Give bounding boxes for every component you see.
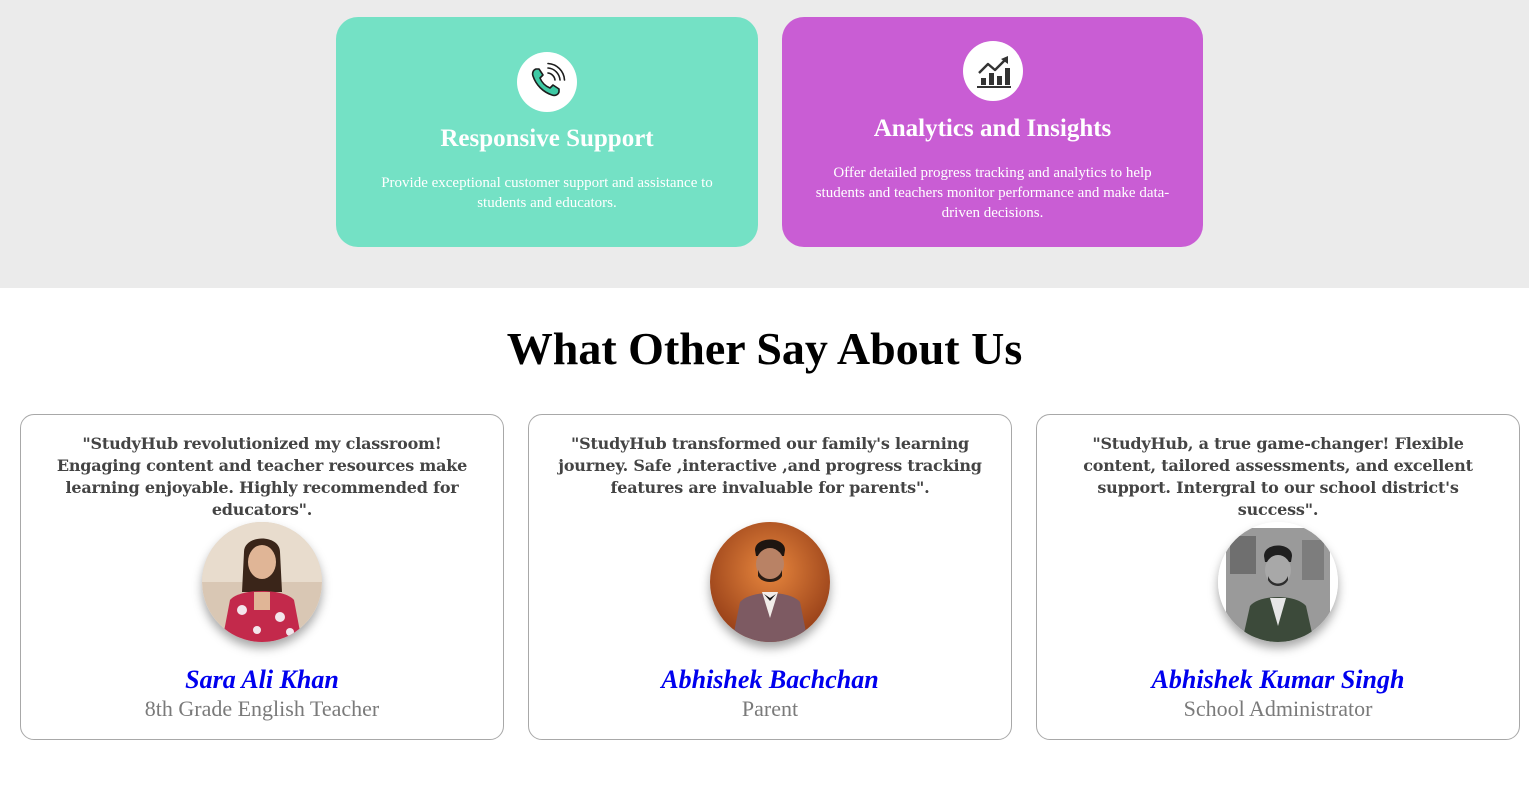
avatar (202, 522, 322, 642)
person-name: Abhishek Bachchan (661, 665, 879, 694)
feature-description: Provide exceptional customer support and… (381, 175, 713, 211)
feature-title: Responsive Support (440, 125, 654, 152)
person-role: 8th Grade English Teacher (144, 696, 380, 721)
testimonial-card: "StudyHub revolutionized my classroom! E… (20, 414, 504, 740)
person-role: School Administrator (1183, 696, 1373, 721)
testimonial-quote: "StudyHub, a true game-changer! Flexible… (1083, 434, 1473, 519)
testimonial-card: "StudyHub transformed our family's learn… (528, 414, 1012, 740)
testimonials-title: What Other Say About Us (506, 323, 1023, 374)
person-name: Abhishek Kumar Singh (1151, 665, 1405, 694)
testimonial-quote: "StudyHub revolutionized my classroom! E… (56, 434, 468, 519)
feature-title: Analytics and Insights (873, 115, 1112, 142)
growth-chart-icon (962, 41, 1023, 101)
phone-ringing-icon (517, 52, 577, 112)
feature-card-responsive-support: Responsive Support Provide exceptional c… (336, 17, 758, 247)
testimonial-quote: "StudyHub transformed our family's learn… (558, 434, 982, 497)
feature-description: Offer detailed progress tracking and ana… (815, 165, 1170, 221)
features-band: Responsive Support Provide exceptional c… (0, 0, 1529, 288)
avatar (710, 522, 830, 642)
person-name: Sara Ali Khan (185, 665, 339, 694)
person-role: Parent (741, 696, 799, 721)
avatar (1218, 522, 1338, 642)
feature-card-analytics-insights: Analytics and Insights Offer detailed pr… (782, 17, 1203, 247)
testimonial-card: "StudyHub, a true game-changer! Flexible… (1036, 414, 1520, 740)
